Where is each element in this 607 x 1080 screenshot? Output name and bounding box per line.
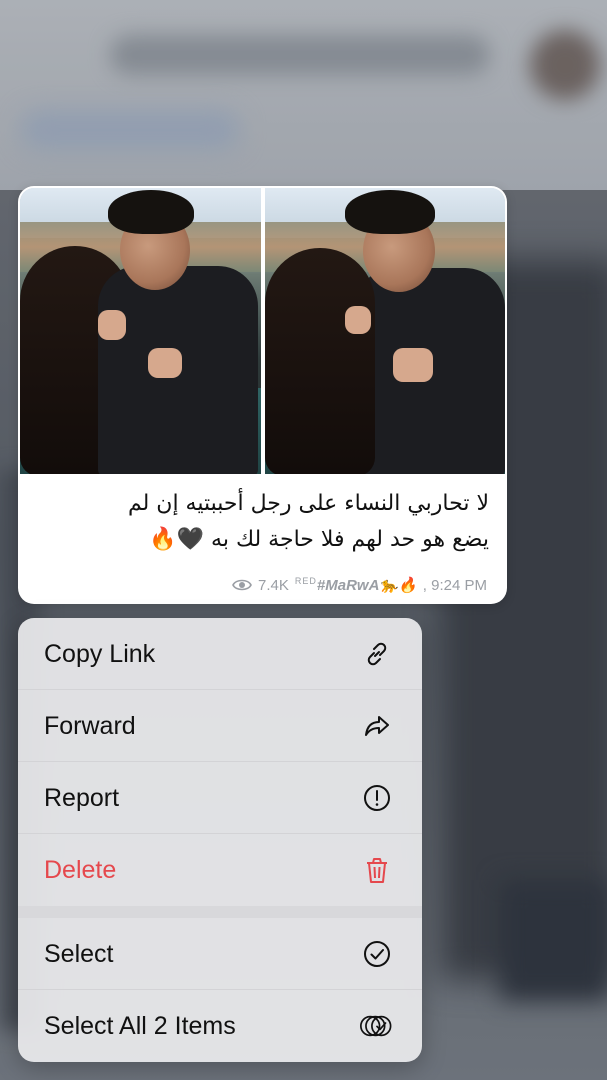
signature-prefix: RED [294, 576, 317, 586]
menu-item-forward[interactable]: Forward [18, 690, 422, 762]
menu-item-select[interactable]: Select [18, 918, 422, 990]
menu-item-label: Delete [44, 855, 117, 884]
signature-name: #MaRwA🐆🔥 [316, 577, 417, 594]
message-line-1: لا تحاربي النساء على رجل أحببتيه إن لم [127, 491, 489, 516]
photo-1[interactable] [20, 188, 261, 474]
menu-item-label: Select All 2 Items [44, 1011, 236, 1040]
message-meta: 7.4K RED#MaRwA🐆🔥 , 9:24 PM [232, 574, 487, 596]
menu-item-select-all[interactable]: Select All 2 Items [18, 990, 422, 1062]
message-time: , 9:24 PM [422, 576, 487, 594]
message-line-2: يضع هو حد لهم فلا حاجة لك به 🖤🔥 [149, 527, 489, 552]
report-icon [360, 781, 394, 815]
menu-section-divider [18, 906, 422, 918]
menu-item-copy-link[interactable]: Copy Link [18, 618, 422, 690]
check-circle-icon [360, 937, 394, 971]
trash-icon [360, 853, 394, 887]
menu-item-delete[interactable]: Delete [18, 834, 422, 906]
menu-item-report[interactable]: Report [18, 762, 422, 834]
photo-album [20, 188, 505, 474]
forward-icon [360, 709, 394, 743]
menu-item-label: Report [44, 783, 120, 812]
link-icon [360, 637, 394, 671]
menu-item-label: Select [44, 939, 114, 968]
view-count: 7.4K [258, 576, 289, 594]
menu-item-label: Copy Link [44, 639, 156, 668]
context-menu: Copy Link Forward Report Delete Select S [18, 618, 422, 1062]
eye-icon [232, 575, 252, 595]
signature: RED#MaRwA🐆🔥 [295, 576, 417, 594]
multi-check-icon [360, 1009, 394, 1043]
photo-2[interactable] [264, 188, 505, 474]
menu-item-label: Forward [44, 711, 136, 740]
message-text: لا تحاربي النساء على رجل أحببتيه إن لم ي… [36, 486, 489, 558]
message-bubble[interactable]: لا تحاربي النساء على رجل أحببتيه إن لم ي… [18, 186, 507, 604]
